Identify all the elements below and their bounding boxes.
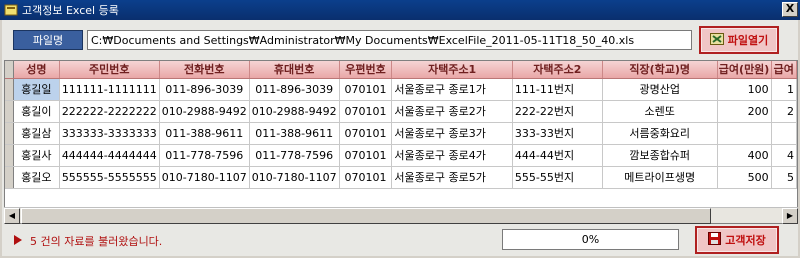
table-cell[interactable]: 070101 <box>339 122 393 145</box>
table-row[interactable]: 홍길이 222222-2222222 010-2988-9492 010-298… <box>5 100 797 123</box>
column-header[interactable]: 급여 <box>771 61 797 79</box>
table-cell[interactable] <box>771 122 797 145</box>
table-cell[interactable]: 서울종로구 종로2가 <box>391 100 513 123</box>
scroll-thumb[interactable] <box>21 208 711 224</box>
table-cell[interactable]: 111-11번지 <box>512 78 603 101</box>
scroll-left-arrow-icon[interactable]: ◀ <box>4 208 20 224</box>
app-icon <box>4 3 18 17</box>
table-cell[interactable]: 4 <box>771 144 797 167</box>
row-header[interactable] <box>5 144 14 167</box>
table-cell[interactable]: 010-2988-9492 <box>249 100 340 123</box>
table-cell[interactable]: 444444-4444444 <box>59 144 160 167</box>
column-header[interactable]: 성명 <box>13 61 60 79</box>
table-cell[interactable]: 070101 <box>339 78 393 101</box>
horizontal-scrollbar[interactable]: ◀ ▶ <box>4 207 798 224</box>
row-header[interactable] <box>5 78 14 101</box>
table-cell[interactable]: 서울종로구 종로5가 <box>391 166 513 189</box>
table-cell[interactable]: 333-33번지 <box>512 122 603 145</box>
table-cell[interactable]: 444-44번지 <box>512 144 603 167</box>
table-row[interactable]: 홍길사 444444-4444444 011-778-7596 011-778-… <box>5 144 797 167</box>
table-cell[interactable]: 홍길삼 <box>13 122 60 145</box>
table-cell[interactable]: 100 <box>717 78 772 101</box>
column-header[interactable]: 주민번호 <box>59 61 160 79</box>
table-cell[interactable] <box>717 122 772 145</box>
table-cell[interactable]: 홍길오 <box>13 166 60 189</box>
customer-grid[interactable]: 성명 주민번호 전화번호 휴대번호 우편번호 자택주소1 자택주소2 직장(학교… <box>4 60 798 224</box>
open-file-button[interactable]: 파일열기 <box>699 26 779 54</box>
table-cell[interactable]: 070101 <box>339 100 393 123</box>
row-header[interactable] <box>5 166 14 189</box>
column-header[interactable]: 급여(만원) <box>717 61 772 79</box>
excel-file-icon <box>709 32 724 48</box>
column-header[interactable]: 자택주소1 <box>391 61 513 79</box>
scroll-right-arrow-icon[interactable]: ▶ <box>782 208 798 224</box>
table-cell[interactable]: 400 <box>717 144 772 167</box>
progress-label: 0% <box>581 233 600 246</box>
file-path-field[interactable]: C:₩Documents and Settings₩Administrator₩… <box>87 30 692 50</box>
customer-table: 성명 주민번호 전화번호 휴대번호 우편번호 자택주소1 자택주소2 직장(학교… <box>5 61 797 189</box>
table-cell[interactable]: 200 <box>717 100 772 123</box>
table-cell[interactable]: 홍길일 <box>13 78 60 101</box>
column-header[interactable]: 휴대번호 <box>249 61 340 79</box>
close-button[interactable]: X <box>782 2 798 17</box>
table-cell[interactable]: 011-896-3039 <box>249 78 340 101</box>
table-cell[interactable]: 011-388-9611 <box>249 122 340 145</box>
table-cell[interactable]: 500 <box>717 166 772 189</box>
table-cell[interactable]: 010-2988-9492 <box>159 100 250 123</box>
table-cell[interactable]: 1 <box>771 78 797 101</box>
column-header[interactable]: 직장(학교)명 <box>602 61 718 79</box>
table-cell[interactable]: 홍길이 <box>13 100 60 123</box>
table-cell[interactable]: 333333-3333333 <box>59 122 160 145</box>
file-name-label: 파일명 <box>13 30 83 50</box>
title-bar: 고객정보 Excel 등록 X <box>0 0 800 20</box>
column-header[interactable]: 전화번호 <box>159 61 250 79</box>
table-cell[interactable]: 깜보종합슈퍼 <box>602 144 718 167</box>
table-cell[interactable]: 광명산업 <box>602 78 718 101</box>
progress-bar: 0% <box>502 229 679 250</box>
table-cell[interactable]: 011-778-7596 <box>249 144 340 167</box>
table-row[interactable]: 홍길일 111111-1111111 011-896-3039 011-896-… <box>5 78 797 101</box>
table-cell[interactable]: 010-7180-1107 <box>249 166 340 189</box>
table-cell[interactable]: 010-7180-1107 <box>159 166 250 189</box>
table-cell[interactable]: 5 <box>771 166 797 189</box>
table-cell[interactable]: 2 <box>771 100 797 123</box>
table-cell[interactable]: 서울종로구 종로1가 <box>391 78 513 101</box>
save-customers-button-label: 고객저장 <box>725 234 766 247</box>
row-header[interactable] <box>5 122 14 145</box>
table-cell[interactable]: 서름중화요리 <box>602 122 718 145</box>
save-disk-icon <box>708 232 722 248</box>
table-cell[interactable]: 011-778-7596 <box>159 144 250 167</box>
table-cell[interactable]: 서울종로구 종로3가 <box>391 122 513 145</box>
save-customers-button[interactable]: 고객저장 <box>695 226 779 254</box>
table-row[interactable]: 홍길오 555555-5555555 010-7180-1107 010-718… <box>5 166 797 189</box>
column-header[interactable]: 자택주소2 <box>512 61 603 79</box>
open-file-button-label: 파일열기 <box>727 34 769 47</box>
arrow-right-icon <box>14 235 22 245</box>
table-cell[interactable]: 메트라이프생명 <box>602 166 718 189</box>
table-cell[interactable]: 소렌또 <box>602 100 718 123</box>
table-cell[interactable]: 222222-2222222 <box>59 100 160 123</box>
table-cell[interactable]: 011-896-3039 <box>159 78 250 101</box>
table-cell[interactable]: 222-22번지 <box>512 100 603 123</box>
table-cell[interactable]: 서울종로구 종로4가 <box>391 144 513 167</box>
table-cell[interactable]: 070101 <box>339 166 393 189</box>
table-header-row: 성명 주민번호 전화번호 휴대번호 우편번호 자택주소1 자택주소2 직장(학교… <box>5 61 797 79</box>
table-cell[interactable]: 011-388-9611 <box>159 122 250 145</box>
row-header[interactable] <box>5 100 14 123</box>
table-cell[interactable]: 555555-5555555 <box>59 166 160 189</box>
table-cell[interactable]: 111111-1111111 <box>59 78 160 101</box>
table-row[interactable]: 홍길삼 333333-3333333 011-388-9611 011-388-… <box>5 122 797 145</box>
table-cell[interactable]: 홍길사 <box>13 144 60 167</box>
table-cell[interactable]: 070101 <box>339 144 393 167</box>
table-cell[interactable]: 555-55번지 <box>512 166 603 189</box>
column-header[interactable]: 우편번호 <box>339 61 393 79</box>
status-message: 5 건의 자료를 불러왔습니다. <box>30 235 163 248</box>
row-header-corner <box>5 61 14 79</box>
window-title: 고객정보 Excel 등록 <box>22 4 119 17</box>
